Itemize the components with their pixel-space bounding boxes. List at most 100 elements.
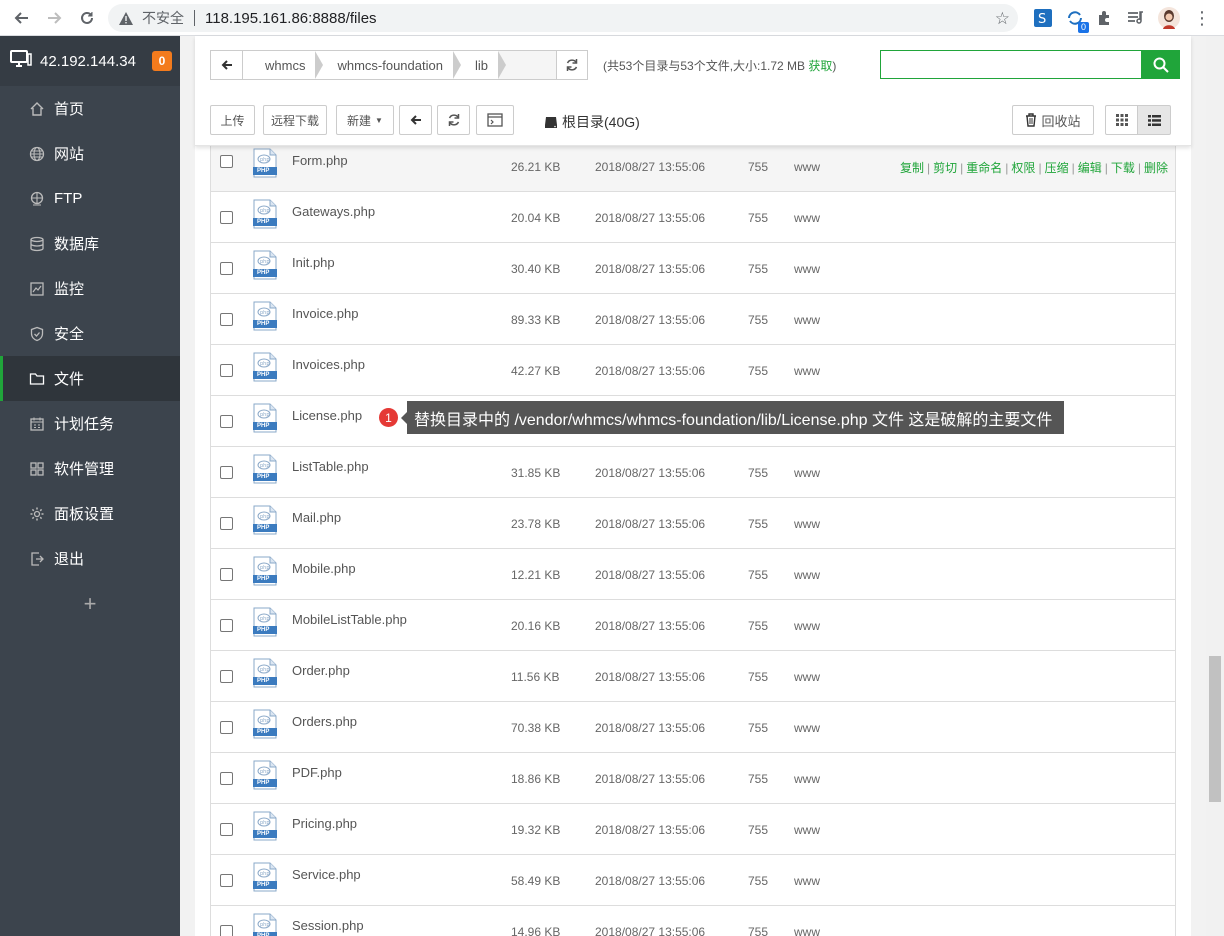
row-action-link[interactable]: 压缩 [1045,161,1069,175]
url-text[interactable]: 118.195.161.86:8888/files [205,10,377,27]
table-row[interactable]: php PHP Invoices.php 42.27 KB 2018/08/27 13:… [210,345,1176,396]
sidebar-item-grid[interactable]: 软件管理 [0,446,180,491]
sidebar-item-folder[interactable]: 文件 [0,356,180,401]
row-checkbox[interactable] [220,517,233,530]
file-permission[interactable]: 755 [748,925,768,936]
sidebar-item-logout[interactable]: 退出 [0,536,180,581]
file-name[interactable]: Orders.php [292,714,357,729]
sidebar-item-home[interactable]: 首页 [0,86,180,131]
row-action-link[interactable]: 重命名 [966,161,1002,175]
file-permission[interactable]: 755 [748,517,768,531]
file-permission[interactable]: 755 [748,721,768,735]
file-owner[interactable]: www [794,211,820,225]
root-directory[interactable]: 根目录(40G) [544,112,640,132]
sidebar-item-monitor[interactable]: 监控 [0,266,180,311]
reload-icon[interactable] [72,3,102,33]
row-action-link[interactable]: 编辑 [1078,161,1102,175]
file-permission[interactable]: 755 [748,211,768,225]
table-row[interactable]: php PHP Mobile.php 12.21 KB 2018/08/27 13:55… [210,549,1176,600]
file-name[interactable]: Pricing.php [292,816,357,831]
file-permission[interactable]: 755 [748,874,768,888]
file-name[interactable]: Invoices.php [292,357,365,372]
file-permission[interactable]: 755 [748,670,768,684]
new-dropdown-button[interactable]: 新建 ▼ [336,105,394,135]
file-permission[interactable]: 755 [748,364,768,378]
row-checkbox[interactable] [220,211,233,224]
grid-view-button[interactable] [1105,105,1138,135]
file-name[interactable]: PDF.php [292,765,342,780]
go-back-button[interactable] [399,105,432,135]
file-name[interactable]: Mobile.php [292,561,356,576]
file-permission[interactable]: 755 [748,568,768,582]
breadcrumb-back-button[interactable] [211,51,243,79]
table-row[interactable]: php PHP Init.php 30.40 KB 2018/08/27 13:55:0… [210,243,1176,294]
sidebar-item-globe[interactable]: 网站 [0,131,180,176]
file-name[interactable]: Invoice.php [292,306,359,321]
file-name[interactable]: Gateways.php [292,204,375,219]
sidebar-item-gear[interactable]: 面板设置 [0,491,180,536]
table-row[interactable]: php PHP PDF.php 18.86 KB 2018/08/27 13:55:06… [210,753,1176,804]
table-row[interactable]: php PHP Pricing.php 19.32 KB 2018/08/27 13:5… [210,804,1176,855]
file-permission[interactable]: 755 [748,823,768,837]
row-checkbox[interactable] [220,925,233,936]
refresh-button[interactable] [437,105,470,135]
table-row[interactable]: php PHP Orders.php 70.38 KB 2018/08/27 13:55… [210,702,1176,753]
row-checkbox[interactable] [220,772,233,785]
file-owner[interactable]: www [794,874,820,888]
row-action-link[interactable]: 下载 [1111,161,1135,175]
file-name[interactable]: Mail.php [292,510,341,525]
row-checkbox[interactable] [220,364,233,377]
fetch-size-link[interactable]: 获取 [808,59,832,73]
file-name[interactable]: ListTable.php [292,459,369,474]
breadcrumb-item-whmcs[interactable]: whmcs [243,51,324,79]
row-checkbox[interactable] [220,415,233,428]
table-row[interactable]: php PHP Mail.php 23.78 KB 2018/08/27 13:55:0… [210,498,1176,549]
sidebar-item-calendar[interactable]: 计划任务 [0,401,180,446]
table-row[interactable]: php PHP Session.php 14.96 KB 2018/08/27 13:5… [210,906,1176,936]
file-owner[interactable]: www [794,772,820,786]
row-checkbox[interactable] [220,155,233,168]
row-checkbox[interactable] [220,619,233,632]
file-permission[interactable]: 755 [748,160,768,174]
file-owner[interactable]: www [794,517,820,531]
file-name[interactable]: Init.php [292,255,335,270]
file-owner[interactable]: www [794,619,820,633]
file-owner[interactable]: www [794,925,820,936]
notification-badge[interactable]: 0 [152,51,172,71]
table-row[interactable]: php PHP ListTable.php 31.85 KB 2018/08/27 13… [210,447,1176,498]
forward-icon[interactable] [40,3,70,33]
file-name[interactable]: License.php [292,408,362,423]
file-name[interactable]: Form.php [292,153,348,168]
file-name[interactable]: Order.php [292,663,350,678]
file-permission[interactable]: 755 [748,262,768,276]
table-row[interactable]: php PHP MobileListTable.php 20.16 KB 2018/08… [210,600,1176,651]
search-button[interactable] [1141,50,1180,79]
file-owner[interactable]: www [794,160,820,174]
row-checkbox[interactable] [220,466,233,479]
file-permission[interactable]: 755 [748,772,768,786]
table-row[interactable]: php PHP Service.php 58.49 KB 2018/08/27 13:5… [210,855,1176,906]
file-permission[interactable]: 755 [748,466,768,480]
row-checkbox[interactable] [220,721,233,734]
reading-list-icon[interactable] [1124,6,1148,30]
sidebar-item-ftp[interactable]: FTP [0,176,180,221]
row-checkbox[interactable] [220,823,233,836]
table-row[interactable]: php PHP Order.php 11.56 KB 2018/08/27 13:55:… [210,651,1176,702]
table-row[interactable]: php PHP Invoice.php 89.33 KB 2018/08/27 13:5… [210,294,1176,345]
file-name[interactable]: Service.php [292,867,361,882]
back-icon[interactable] [6,3,36,33]
file-owner[interactable]: www [794,313,820,327]
row-action-link[interactable]: 复制 [900,161,924,175]
file-owner[interactable]: www [794,823,820,837]
file-owner[interactable]: www [794,568,820,582]
add-menu-button[interactable]: + [0,591,180,617]
row-action-link[interactable]: 权限 [1011,161,1035,175]
row-action-link[interactable]: 剪切 [933,161,957,175]
file-permission[interactable]: 755 [748,619,768,633]
row-checkbox[interactable] [220,313,233,326]
file-name[interactable]: MobileListTable.php [292,612,407,627]
row-action-link[interactable]: 删除 [1144,161,1168,175]
table-row[interactable]: php PHP Form.php 26.21 KB 2018/08/27 13:55:0… [210,146,1176,192]
file-name[interactable]: Session.php [292,918,364,933]
sidebar-item-database[interactable]: 数据库 [0,221,180,266]
